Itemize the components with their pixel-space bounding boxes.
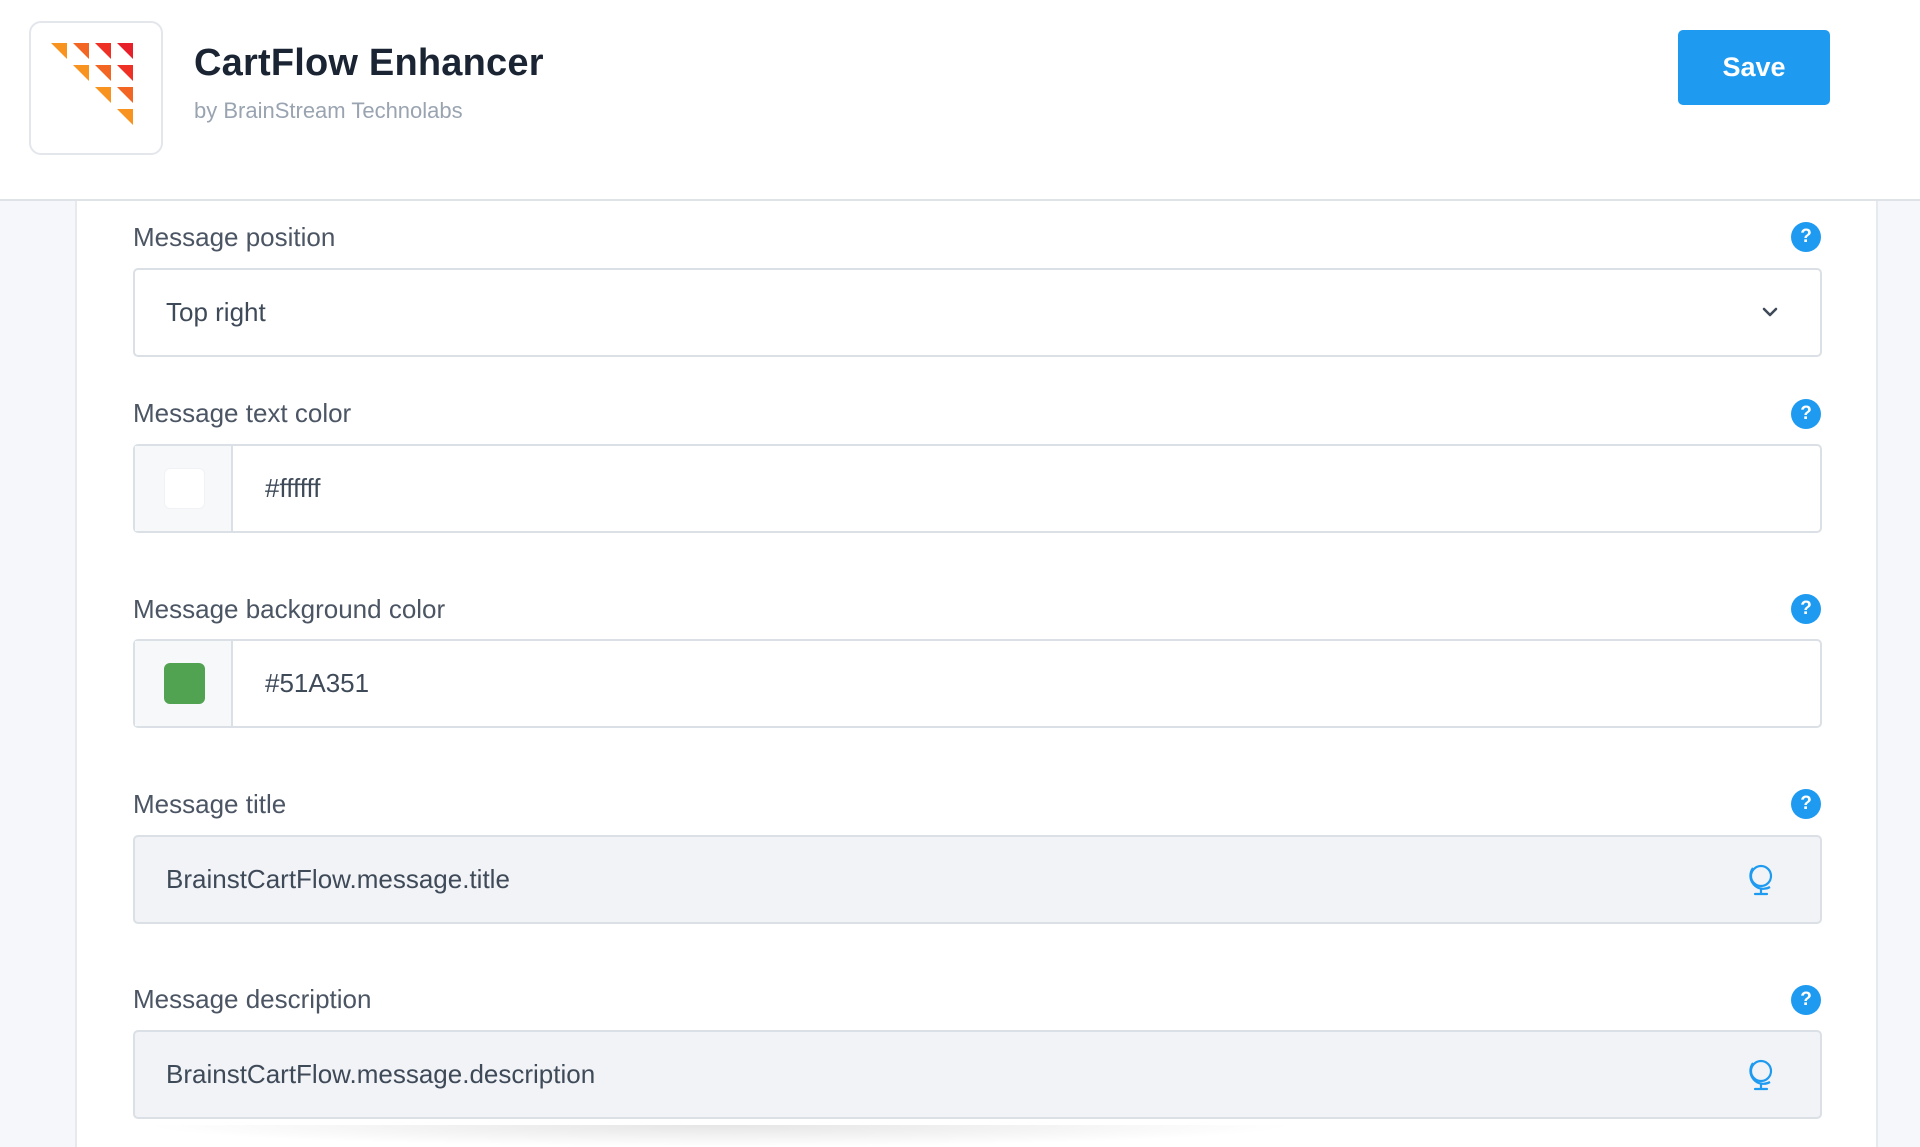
message-position-select[interactable]: Top right (133, 268, 1822, 357)
app-title: CartFlow Enhancer (194, 42, 544, 84)
globe-icon[interactable] (1746, 863, 1778, 897)
message-background-color-label: Message background color (133, 594, 446, 624)
app-header: CartFlow Enhancer by BrainStream Technol… (0, 0, 1920, 201)
message-position-label: Message position (133, 222, 336, 252)
chevron-down-icon (1762, 307, 1778, 317)
help-icon[interactable]: ? (1791, 985, 1821, 1015)
message-text-color-label: Message text color (133, 398, 352, 428)
text-color-swatch (164, 468, 205, 509)
cartflow-logo-icon (51, 43, 133, 125)
help-icon[interactable]: ? (1791, 222, 1821, 252)
help-icon[interactable]: ? (1791, 399, 1821, 429)
message-description-label: Message description (133, 984, 372, 1014)
message-description-value: BrainstCartFlow.message.description (166, 1059, 596, 1089)
save-button[interactable]: Save (1678, 30, 1830, 105)
app-logo (29, 21, 163, 155)
background-color-swatch (164, 663, 205, 704)
message-text-color-value: #ffffff (265, 473, 321, 503)
app-vendor: by BrainStream Technolabs (194, 98, 463, 123)
message-title-value: BrainstCartFlow.message.title (166, 864, 510, 894)
globe-icon[interactable] (1746, 1058, 1778, 1092)
message-position-value: Top right (166, 297, 266, 327)
help-icon[interactable]: ? (1791, 594, 1821, 624)
message-text-color-field[interactable]: #ffffff (133, 444, 1822, 533)
scroll-shadow (140, 1125, 1300, 1147)
message-description-input[interactable]: BrainstCartFlow.message.description (133, 1030, 1822, 1119)
message-background-color-value: #51A351 (265, 668, 370, 698)
message-title-input[interactable]: BrainstCartFlow.message.title (133, 835, 1822, 924)
color-swatch-button[interactable] (135, 641, 233, 726)
message-background-color-field[interactable]: #51A351 (133, 639, 1822, 728)
help-icon[interactable]: ? (1791, 789, 1821, 819)
color-swatch-button[interactable] (135, 446, 233, 531)
message-title-label: Message title (133, 789, 287, 819)
